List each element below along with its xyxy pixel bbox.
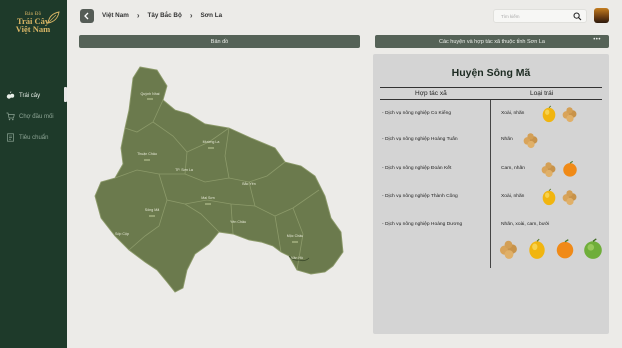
longan-icon xyxy=(541,162,556,178)
mango-icon xyxy=(542,105,556,123)
document-icon xyxy=(6,133,15,142)
district-label[interactable]: TP. Sơn La xyxy=(175,168,193,172)
coop-name: - Dịch vụ nông nghiệp Co Kiểng xyxy=(382,111,452,116)
sidebar-item-fruits[interactable]: Trái cây xyxy=(0,86,67,105)
district-label[interactable]: Quỳnh Nhai xyxy=(141,92,160,96)
table-header: Hợp tác xã Loại trái xyxy=(380,87,602,100)
sidebar-item-standards[interactable]: Tiêu chuẩn xyxy=(0,128,67,147)
coop-header-label: Các huyện và hợp tác xã thuộc tỉnh Sơn L… xyxy=(439,38,545,45)
sidebar: Bản Đồ Trái Cây Việt Nam Trái cây Chợ đầ… xyxy=(0,0,67,348)
district-label[interactable]: Vân Hồ xyxy=(291,256,303,260)
district-label[interactable]: Mai Sơn xyxy=(201,196,215,200)
avatar[interactable] xyxy=(594,8,609,23)
search-input[interactable]: Tìm kiếm xyxy=(493,9,587,23)
table-row[interactable]: - Dịch vụ nông nghiệp Hoàng Dương Nhãn, … xyxy=(380,217,602,237)
district-label[interactable]: Bắc Yên xyxy=(242,182,256,186)
coop-name: - Dịch vụ nông nghiệp Hoàng Dương xyxy=(382,222,463,227)
chevron-left-icon xyxy=(84,12,89,20)
app-logo[interactable]: Bản Đồ Trái Cây Việt Nam xyxy=(4,8,62,50)
district-label[interactable]: Mộc Châu xyxy=(287,234,303,238)
longan-icon xyxy=(562,190,577,206)
column-header-coop: Hợp tác xã xyxy=(415,90,447,97)
longan-icon xyxy=(499,240,517,259)
fruit-icons-row xyxy=(498,238,604,260)
orange-icon xyxy=(556,239,574,259)
back-button[interactable] xyxy=(80,9,94,23)
district-label[interactable]: Sốp Cộp xyxy=(115,232,129,236)
search-placeholder: Tìm kiếm xyxy=(501,13,520,19)
sidebar-item-label: Tiêu chuẩn xyxy=(19,134,49,141)
breadcrumb-item[interactable]: Việt Nam xyxy=(102,12,129,19)
sidebar-item-label: Chợ đầu mối xyxy=(19,113,54,120)
logo-leaf-icon xyxy=(47,11,60,24)
breadcrumb-item[interactable]: Tây Bắc Bộ xyxy=(148,12,182,19)
breadcrumb-item[interactable]: Sơn La xyxy=(200,12,222,19)
table-row[interactable]: - Dịch vụ nông nghiệp Co Kiểng Xoài, nhã… xyxy=(380,105,602,126)
fruits-icon xyxy=(6,91,15,100)
table-row[interactable]: - Dịch vụ nông nghiệp Thành Công Xoài, n… xyxy=(380,188,602,209)
map-header-bar: Bản đồ xyxy=(79,35,360,48)
fruit-types: Xoài, nhãn xyxy=(501,111,525,116)
logo-line-3: Việt Nam xyxy=(15,24,51,34)
province-map[interactable]: Quỳnh Nhai Thuận Châu Mường La TP. Sơn L… xyxy=(79,56,360,342)
table-row[interactable]: - Dịch vụ nông nghiệp Đoàn Kết Cam, nhãn xyxy=(380,160,602,181)
fruit-types: Nhãn, xoài, cam, bưởi xyxy=(501,222,550,227)
top-bar: Việt Nam › Tây Bắc Bộ › Sơn La Tìm kiếm xyxy=(67,0,622,32)
main-area: Việt Nam › Tây Bắc Bộ › Sơn La Tìm kiếm … xyxy=(67,0,622,348)
coop-header-bar: Các huyện và hợp tác xã thuộc tỉnh Sơn L… xyxy=(375,35,609,48)
cart-icon xyxy=(6,112,15,121)
mango-icon xyxy=(529,238,545,259)
longan-icon xyxy=(523,133,538,149)
coop-name: - Dịch vụ nông nghiệp Thành Công xyxy=(382,194,458,199)
district-label[interactable]: Thuận Châu xyxy=(137,152,157,156)
fruit-types: Nhãn xyxy=(501,137,513,142)
district-title: Huyện Sông Mã xyxy=(451,67,531,79)
son-la-map-svg[interactable] xyxy=(79,56,360,342)
breadcrumb: Việt Nam › Tây Bắc Bộ › Sơn La xyxy=(102,11,222,20)
map-header-label: Bản đồ xyxy=(210,38,229,45)
fruit-types: Cam, nhãn xyxy=(501,166,525,171)
column-header-fruit: Loại trái xyxy=(530,90,554,97)
fruit-types: Xoài, nhãn xyxy=(501,194,525,199)
district-label[interactable]: Sông Mã xyxy=(145,208,159,212)
coop-name: - Dịch vụ nông nghiệp Hoàng Tuấn xyxy=(382,137,458,142)
sidebar-item-market[interactable]: Chợ đầu mối xyxy=(0,107,67,126)
more-options-icon[interactable]: ••• xyxy=(593,37,601,43)
district-label[interactable]: Mường La xyxy=(203,140,220,144)
orange-icon xyxy=(563,160,577,177)
pomelo-icon xyxy=(584,238,602,259)
coop-name: - Dịch vụ nông nghiệp Đoàn Kết xyxy=(382,166,452,171)
district-label[interactable]: Yên Châu xyxy=(230,220,246,224)
coop-panel: Huyện Sông Mã Hợp tác xã Loại trái - Dịc… xyxy=(373,54,609,334)
longan-icon xyxy=(562,107,577,123)
table-row[interactable]: - Dịch vụ nông nghiệp Hoàng Tuấn Nhãn xyxy=(380,132,602,152)
sidebar-item-label: Trái cây xyxy=(19,92,41,99)
sidebar-nav: Trái cây Chợ đầu mối Tiêu chuẩn xyxy=(0,86,67,149)
chevron-right-icon: › xyxy=(136,11,140,20)
mango-icon xyxy=(542,188,556,206)
search-icon[interactable] xyxy=(573,12,582,21)
chevron-right-icon: › xyxy=(189,11,193,20)
